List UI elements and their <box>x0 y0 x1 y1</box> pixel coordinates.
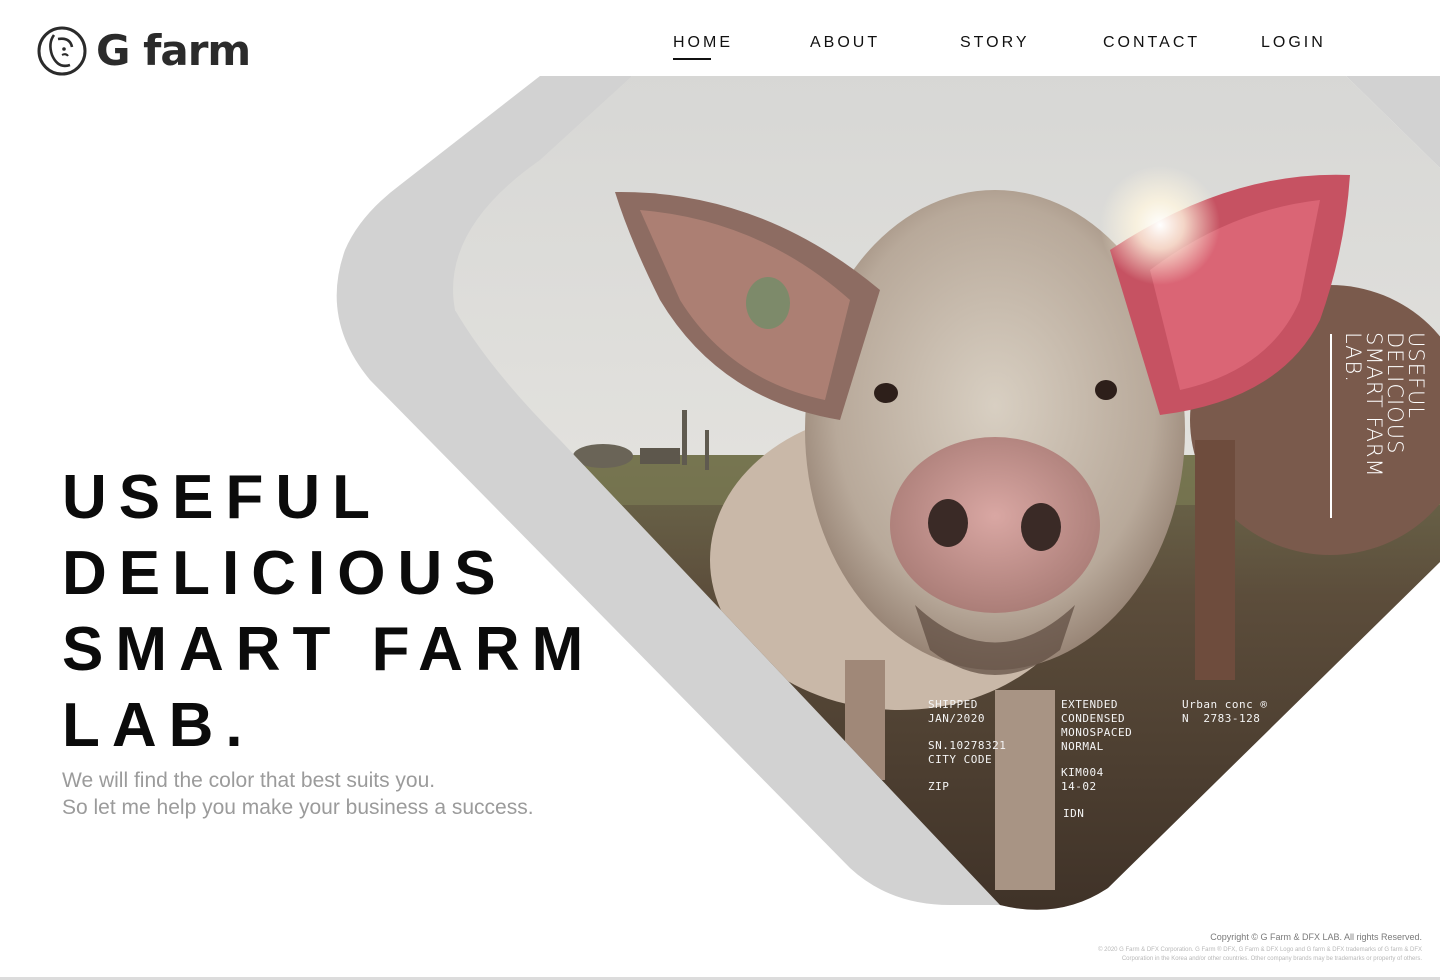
copyright-text: Copyright © G Farm & DFX LAB. All rights… <box>1210 932 1422 942</box>
subtext-line: We will find the color that best suits y… <box>62 769 436 792</box>
spec-code: KIM004 14-02 <box>1061 766 1104 793</box>
spec-shipped: SHIPPED JAN/2020 <box>928 698 985 725</box>
headline-line: LAB. <box>62 691 255 760</box>
nav-about[interactable]: ABOUT <box>810 33 880 53</box>
nav-login[interactable]: LOGIN <box>1261 33 1326 53</box>
hero-subtext: We will find the color that best suits y… <box>62 767 534 821</box>
spec-urban: Urban conc ® N 2783-128 <box>1182 698 1268 725</box>
vertical-tagline-line: USEFUL <box>1404 332 1428 420</box>
spec-serial: SN.10278321 CITY CODE <box>928 739 1007 766</box>
vertical-divider <box>1330 334 1332 518</box>
spec-zip: ZIP <box>928 780 950 793</box>
fine-print-line: © 2020 G Farm & DFX Corporation. G Farm … <box>1098 947 1422 953</box>
main-nav: HOME ABOUT STORY CONTACT LOGIN <box>0 33 1440 60</box>
vertical-tagline: USEFUL DELICIOUS SMART FARM LAB. <box>1341 332 1428 478</box>
nav-story[interactable]: STORY <box>960 33 1030 53</box>
nav-contact[interactable]: CONTACT <box>1103 33 1200 53</box>
fine-print-line: Corporation in the Korea and/or other co… <box>1121 956 1422 962</box>
hero-headline: USEFUL DELICIOUS SMART FARM LAB. <box>62 460 702 764</box>
headline-line: USEFUL <box>62 463 382 532</box>
vertical-tagline-line: SMART FARM <box>1362 332 1386 478</box>
legal-fine-print: © 2020 G Farm & DFX Corporation. G Farm … <box>1098 946 1422 964</box>
nav-home[interactable]: HOME <box>673 33 733 60</box>
headline-line: DELICIOUS <box>62 539 508 608</box>
subtext-line: So let me help you make your business a … <box>62 796 534 819</box>
headline-line: SMART FARM <box>62 615 596 684</box>
spec-idn: IDN <box>1063 807 1085 820</box>
vertical-tagline-line: LAB. <box>1341 332 1365 383</box>
spec-type: EXTENDED CONDENSED MONOSPACED NORMAL <box>1061 698 1133 753</box>
vertical-tagline-line: DELICIOUS <box>1383 332 1407 455</box>
